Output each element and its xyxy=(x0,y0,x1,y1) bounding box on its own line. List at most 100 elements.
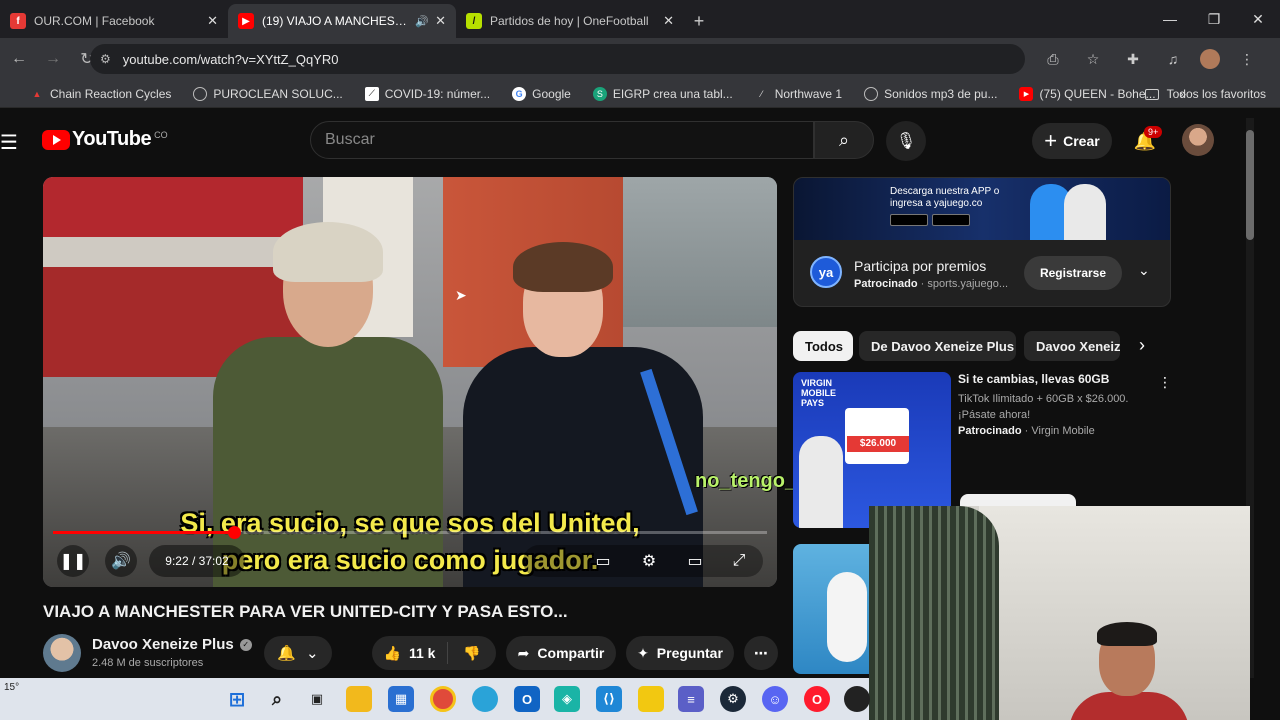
notes-icon[interactable]: ≡ xyxy=(678,686,704,712)
verified-icon: ✓ xyxy=(239,639,252,652)
weather-widget[interactable]: 15° xyxy=(4,682,19,693)
chip-channel[interactable]: De Davoo Xeneize Plus xyxy=(859,331,1016,361)
subscriber-count: 2.48 M de suscriptores xyxy=(92,657,204,669)
start-icon[interactable]: ⊞ xyxy=(224,686,250,712)
recommendation-title[interactable]: Si te cambias, llevas 60GB xyxy=(958,372,1109,386)
sponsored-ad-card[interactable]: Descarga nuestra APP o ingresa a yajuego… xyxy=(793,177,1171,307)
back-icon[interactable]: ← xyxy=(4,44,34,74)
edge-icon[interactable] xyxy=(472,686,498,712)
youtube-logo[interactable]: YouTube CO xyxy=(42,128,168,151)
recommendation-thumbnail[interactable]: VIRGIN MOBILE PAYS $26.000 xyxy=(793,372,951,528)
search-icon[interactable]: ⌕ xyxy=(264,686,290,712)
bookmark-item[interactable]: PUROCLEAN SOLUC... xyxy=(193,86,343,101)
app-icon[interactable]: ◈ xyxy=(554,686,580,712)
voice-search-button[interactable]: 🎙 xyxy=(886,121,926,161)
like-count: 11 k xyxy=(408,645,436,661)
file-explorer-icon[interactable] xyxy=(346,686,372,712)
chrome-icon[interactable] xyxy=(430,686,456,712)
bookmark-label: Google xyxy=(532,86,571,101)
channel-name[interactable]: Davoo Xeneize Plus ✓ xyxy=(92,636,252,653)
search-input[interactable]: Buscar xyxy=(310,121,814,159)
theater-mode-button[interactable]: ▭ xyxy=(679,545,711,577)
discord-icon[interactable]: ☺ xyxy=(762,686,788,712)
powerbi-icon[interactable] xyxy=(638,686,664,712)
channel-avatar[interactable] xyxy=(43,634,81,672)
new-tab-button[interactable]: + xyxy=(684,4,714,38)
steam-icon[interactable]: ⚙ xyxy=(720,686,746,712)
register-button[interactable]: Registrarse xyxy=(1024,256,1122,290)
bookmark-star-icon[interactable]: ☆ xyxy=(1080,46,1106,72)
create-button[interactable]: + Crear xyxy=(1032,123,1112,159)
chip-related[interactable]: Davoo Xeneize xyxy=(1024,331,1120,361)
ask-button[interactable]: ✦ Preguntar xyxy=(626,636,734,670)
search-icon: ⌕ xyxy=(838,129,850,150)
advertiser-name: Virgin Mobile xyxy=(1031,425,1095,437)
chevron-down-icon: ⌄ xyxy=(306,645,319,662)
like-button[interactable]: 👍 11 k xyxy=(372,642,448,664)
share-button[interactable]: ➦ Compartir xyxy=(506,636,616,670)
dislike-button[interactable]: 👎 xyxy=(448,645,496,662)
scrollbar-thumb[interactable] xyxy=(1246,130,1254,240)
bell-icon: 🔔 xyxy=(277,645,297,662)
more-icon: ⋯ xyxy=(754,644,768,661)
close-icon[interactable]: ✕ xyxy=(435,13,446,29)
media-control-icon[interactable]: ♫ xyxy=(1160,46,1186,72)
bookmark-item[interactable]: ⁄ Northwave 1 xyxy=(755,87,842,101)
install-app-icon[interactable]: ⎙ xyxy=(1040,46,1066,72)
all-bookmarks-button[interactable]: Todos los favoritos xyxy=(1144,80,1266,108)
vscode-icon[interactable]: ⟨⟩ xyxy=(596,686,622,712)
bookmark-item[interactable]: ▲ Chain Reaction Cycles xyxy=(30,87,172,101)
pause-button[interactable]: ❚❚ xyxy=(57,545,89,577)
search-button[interactable]: ⌕ xyxy=(814,121,874,159)
browser-menu-icon[interactable]: ⋮ xyxy=(1234,46,1260,72)
bookmark-item[interactable]: ▶ (75) QUEEN - Bohe... xyxy=(1019,86,1156,101)
all-bookmarks-label: Todos los favoritos xyxy=(1166,87,1266,101)
close-icon[interactable]: ✕ xyxy=(207,13,218,29)
profile-avatar-icon[interactable] xyxy=(1200,49,1220,69)
tab-youtube[interactable]: ▶ (19) VIAJO A MANCHESTER 🔊 ✕ xyxy=(228,4,456,38)
site-info-icon[interactable]: ⚙ xyxy=(100,52,111,66)
app-icon[interactable] xyxy=(844,686,870,712)
task-view-icon[interactable]: ▣ xyxy=(304,686,330,712)
address-bar[interactable]: ⚙ youtube.com/watch?v=XYttZ_QqYR0 xyxy=(90,44,1025,74)
tab-onefootball[interactable]: / Partidos de hoy | OneFootball ✕ xyxy=(456,4,684,38)
chip-all[interactable]: Todos xyxy=(793,331,853,361)
outlook-icon[interactable]: O xyxy=(514,686,540,712)
speaker-icon[interactable]: 🔊 xyxy=(415,15,429,28)
close-window-icon[interactable]: ✕ xyxy=(1236,0,1280,38)
close-icon[interactable]: ✕ xyxy=(663,13,674,29)
bookmark-label: (75) QUEEN - Bohe... xyxy=(1039,86,1156,101)
country-code: CO xyxy=(154,129,168,140)
fullscreen-button[interactable]: ⤢ xyxy=(723,545,755,577)
toolbar-icons: ⎙ ☆ ✚ ♫ ⋮ xyxy=(1040,46,1260,72)
bookmark-item[interactable]: G Google xyxy=(512,86,571,101)
more-vert-icon[interactable]: ⋮ xyxy=(1158,374,1172,391)
tab-facebook[interactable]: f OUR.COM | Facebook ✕ xyxy=(0,4,228,38)
bookmark-item[interactable]: ⟋ COVID-19: númer... xyxy=(364,86,490,101)
browser-toolbar: ← → ↻ ⚙ youtube.com/watch?v=XYttZ_QqYR0 … xyxy=(0,38,1280,80)
notification-bell-button[interactable]: 🔔 ⌄ xyxy=(264,636,332,670)
bookmark-item[interactable]: Sonidos mp3 de pu... xyxy=(864,86,997,101)
extensions-icon[interactable]: ✚ xyxy=(1120,46,1146,72)
minimize-icon[interactable]: — xyxy=(1148,0,1192,38)
forward-icon[interactable]: → xyxy=(38,44,68,74)
video-progress-bar[interactable] xyxy=(53,526,767,539)
bookmark-item[interactable]: S EIGRP crea una tabl... xyxy=(592,86,733,101)
settings-button[interactable]: ⚙ xyxy=(633,545,665,577)
account-avatar[interactable] xyxy=(1182,124,1214,156)
chevron-down-icon[interactable]: ⌄ xyxy=(1138,262,1150,279)
restore-icon[interactable]: ❐ xyxy=(1192,0,1236,38)
more-actions-button[interactable]: ⋯ xyxy=(744,636,778,670)
video-player[interactable]: ➤ Si, era sucio, se que sos del United, … xyxy=(43,177,777,587)
hamburger-menu-icon[interactable]: ☰ xyxy=(0,130,18,155)
opera-icon[interactable]: O xyxy=(804,686,830,712)
recommendation-thumbnail[interactable] xyxy=(793,544,873,674)
volume-button[interactable]: 🔊 xyxy=(105,545,137,577)
subtitles-button[interactable]: ▭ xyxy=(587,545,619,577)
notifications-button[interactable]: 🔔 9+ xyxy=(1130,126,1163,156)
chart-icon: ⟋ xyxy=(364,86,379,101)
store-icon[interactable]: ▦ xyxy=(388,686,414,712)
youtube-play-icon xyxy=(42,129,70,150)
progress-scrubber[interactable] xyxy=(227,526,241,539)
chevron-right-icon[interactable]: › xyxy=(1139,335,1145,356)
